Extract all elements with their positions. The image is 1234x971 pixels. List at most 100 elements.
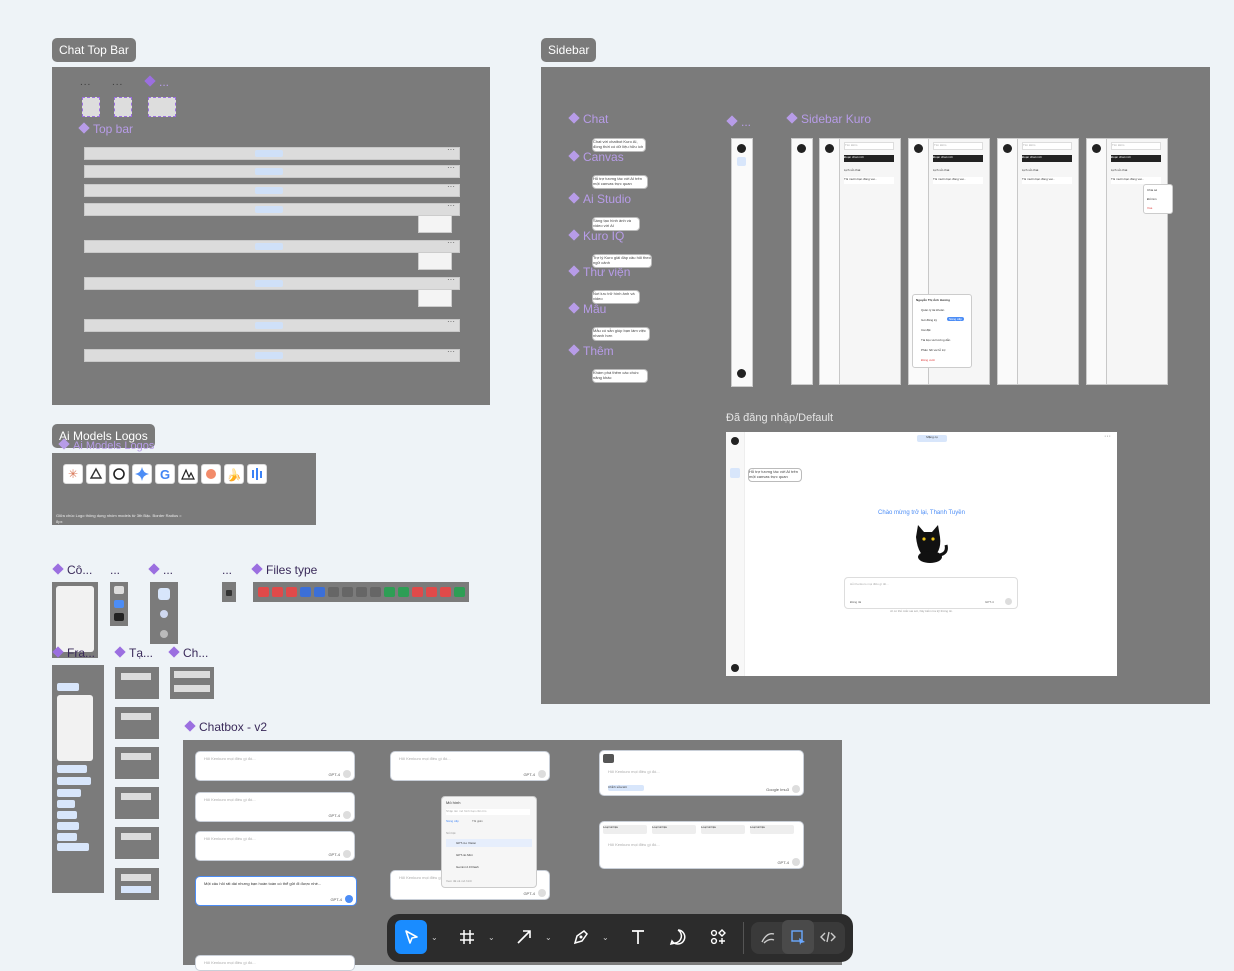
tag-chip[interactable] — [57, 822, 79, 830]
model-pill[interactable] — [255, 243, 283, 250]
send-button[interactable] — [343, 850, 351, 858]
stack-button[interactable] — [114, 600, 124, 608]
chatbox-files-attached[interactable]: Loại tài liệu Loại tài liệu Loại tài liệ… — [599, 821, 804, 869]
model-selector[interactable]: GPT-4 — [523, 772, 535, 777]
kuro-cat-logo-icon[interactable] — [797, 144, 806, 153]
ai-canvas-icon[interactable] — [730, 468, 740, 478]
send-button[interactable] — [343, 811, 351, 819]
arrow-tool-icon[interactable] — [508, 920, 540, 954]
code-tool-icon[interactable] — [812, 920, 844, 954]
send-button[interactable] — [343, 770, 351, 778]
kuro-cat-logo-icon[interactable] — [914, 144, 923, 153]
more-icon[interactable]: ··· — [1104, 433, 1111, 440]
chatbox-default[interactable]: Hỏi Kenkuro mọi điều gì đó... GPT-4 — [195, 751, 355, 781]
kuro-cat-logo-icon[interactable] — [1003, 144, 1012, 153]
more-icon[interactable]: ··· — [447, 145, 455, 154]
user-menu-item[interactable]: Tài liệu và hướng dẫn — [921, 338, 950, 342]
new-chat-icon[interactable] — [148, 97, 176, 117]
chatbox-hover[interactable]: Hỏi Kenkuro mọi điều gì đó... GPT-4 — [195, 831, 355, 861]
model-see-all[interactable]: Xem tất cả mô hình — [446, 879, 472, 883]
chevron-down-icon[interactable]: ⌄ — [431, 933, 438, 942]
ch-chip[interactable] — [174, 685, 210, 692]
model-pill[interactable] — [255, 352, 283, 359]
dev-mode-tool-icon[interactable] — [782, 920, 814, 954]
item-menu-rename[interactable]: Đổi tên — [1147, 197, 1157, 201]
model-pill[interactable] — [255, 168, 283, 175]
ta-chip[interactable] — [121, 886, 151, 893]
move-tool-icon[interactable] — [395, 920, 427, 954]
history-item[interactable]: Tôi muốn bạn đóng vai... — [1111, 177, 1161, 184]
file-chip[interactable]: Loại tài liệu — [750, 825, 794, 834]
draw-tool-icon[interactable] — [752, 920, 784, 954]
more-icon[interactable]: ··· — [447, 275, 455, 284]
main-chatbox[interactable]: Hỏi Kenkuro mọi điều gì đó... Đăng tải G… — [844, 577, 1018, 609]
chatbox-collapsed[interactable]: Hỏi Kenkuro mọi điều gì đó... — [195, 955, 355, 971]
model-selector[interactable]: GPT-4 — [328, 772, 340, 777]
history-search[interactable]: Tìm kiếm — [1111, 142, 1161, 150]
model-selector[interactable]: Google Imu3 — [766, 787, 789, 792]
send-button[interactable] — [1005, 598, 1012, 605]
model-pill[interactable] — [255, 206, 283, 213]
model-tab[interactable]: Nâng cấp — [446, 819, 459, 823]
model-tab[interactable]: Tối giản — [472, 819, 483, 823]
item-menu-share[interactable]: Chia sẻ — [1147, 188, 1157, 192]
tag-chip[interactable] — [57, 683, 79, 691]
chevron-down-icon[interactable]: ⌄ — [488, 933, 495, 942]
tag-chip[interactable] — [57, 765, 87, 773]
new-chat-button[interactable]: Đoạn chat mới — [933, 155, 983, 162]
attach-button[interactable]: Đăng tải — [850, 600, 861, 604]
collapse-icon[interactable] — [114, 97, 132, 117]
kuro-cat-logo-icon[interactable] — [825, 144, 834, 153]
tag-chip[interactable] — [57, 777, 91, 785]
user-menu-item[interactable]: Cài đặt — [921, 328, 931, 332]
chevron-down-icon[interactable]: ⌄ — [602, 933, 609, 942]
kuro-cat-logo-icon[interactable] — [731, 437, 739, 445]
user-menu-item[interactable]: Gói đăng ký — [921, 318, 937, 322]
more-icon[interactable]: ··· — [447, 201, 455, 210]
model-selector[interactable]: GPT-4 — [523, 891, 535, 896]
comment-tool-icon[interactable] — [662, 920, 694, 954]
text-tool-icon[interactable] — [622, 920, 654, 954]
edit-image-chip[interactable]: Chỉnh sửa kết — [608, 785, 644, 791]
tag-chip[interactable] — [57, 843, 89, 851]
model-pill[interactable] — [255, 150, 283, 157]
chatbox-filled[interactable]: Một câu hỏi rất dài nhưng bạn hoàn toàn … — [195, 876, 357, 906]
model-pill[interactable] — [255, 322, 283, 329]
stack-button[interactable] — [114, 613, 124, 621]
ta-chip[interactable] — [121, 833, 151, 840]
model-item-label[interactable]: GPT-4o Mini — [456, 853, 473, 857]
frame-tool-icon[interactable] — [451, 920, 483, 954]
model-search-input[interactable]: Nhập tên mô hình bạn cần tìm — [446, 809, 530, 815]
file-chip[interactable]: Loại tài liệu — [701, 825, 745, 834]
image-thumbnail[interactable] — [603, 754, 614, 763]
more-icon[interactable]: ··· — [447, 238, 455, 247]
tag-chip[interactable] — [57, 811, 77, 819]
tag-chip[interactable] — [57, 789, 81, 797]
pen-tool-icon[interactable] — [565, 920, 597, 954]
ta-chip[interactable] — [121, 713, 151, 720]
item-menu-delete[interactable]: Xóa — [1147, 206, 1152, 210]
kuro-cat-logo-icon[interactable] — [1092, 144, 1101, 153]
tag-chip[interactable] — [57, 800, 75, 808]
history-item[interactable]: Tôi muốn bạn đóng vai... — [844, 177, 894, 184]
circle-icon[interactable] — [160, 630, 168, 638]
model-selector[interactable]: GPT-4 — [328, 813, 340, 818]
logout-item[interactable]: Đăng xuất — [921, 358, 935, 362]
model-pill[interactable]: Mặng cụ — [917, 435, 947, 442]
file-chip[interactable]: Loại tài liệu — [603, 825, 647, 834]
upgrade-badge[interactable]: Nâng cấp — [947, 317, 964, 321]
send-button[interactable] — [538, 889, 546, 897]
more-icon[interactable]: ··· — [447, 163, 455, 172]
send-button[interactable] — [792, 785, 800, 793]
history-item[interactable]: Tôi muốn bạn đóng vai... — [1022, 177, 1072, 184]
new-chat-button[interactable]: Đoạn chat mới — [844, 155, 894, 162]
ch-chip[interactable] — [174, 671, 210, 678]
model-pill[interactable] — [255, 280, 283, 287]
ai-chat-icon[interactable] — [737, 157, 746, 166]
new-chat-button[interactable]: Đoạn chat mới — [1111, 155, 1161, 162]
history-search[interactable]: Tìm kiếm — [1022, 142, 1072, 150]
section-label-chat-top-bar[interactable]: Chat Top Bar — [52, 38, 136, 62]
model-pill[interactable] — [255, 187, 283, 194]
more-icon[interactable]: ··· — [447, 317, 455, 326]
history-item[interactable]: Tôi muốn bạn đóng vai... — [933, 177, 983, 184]
